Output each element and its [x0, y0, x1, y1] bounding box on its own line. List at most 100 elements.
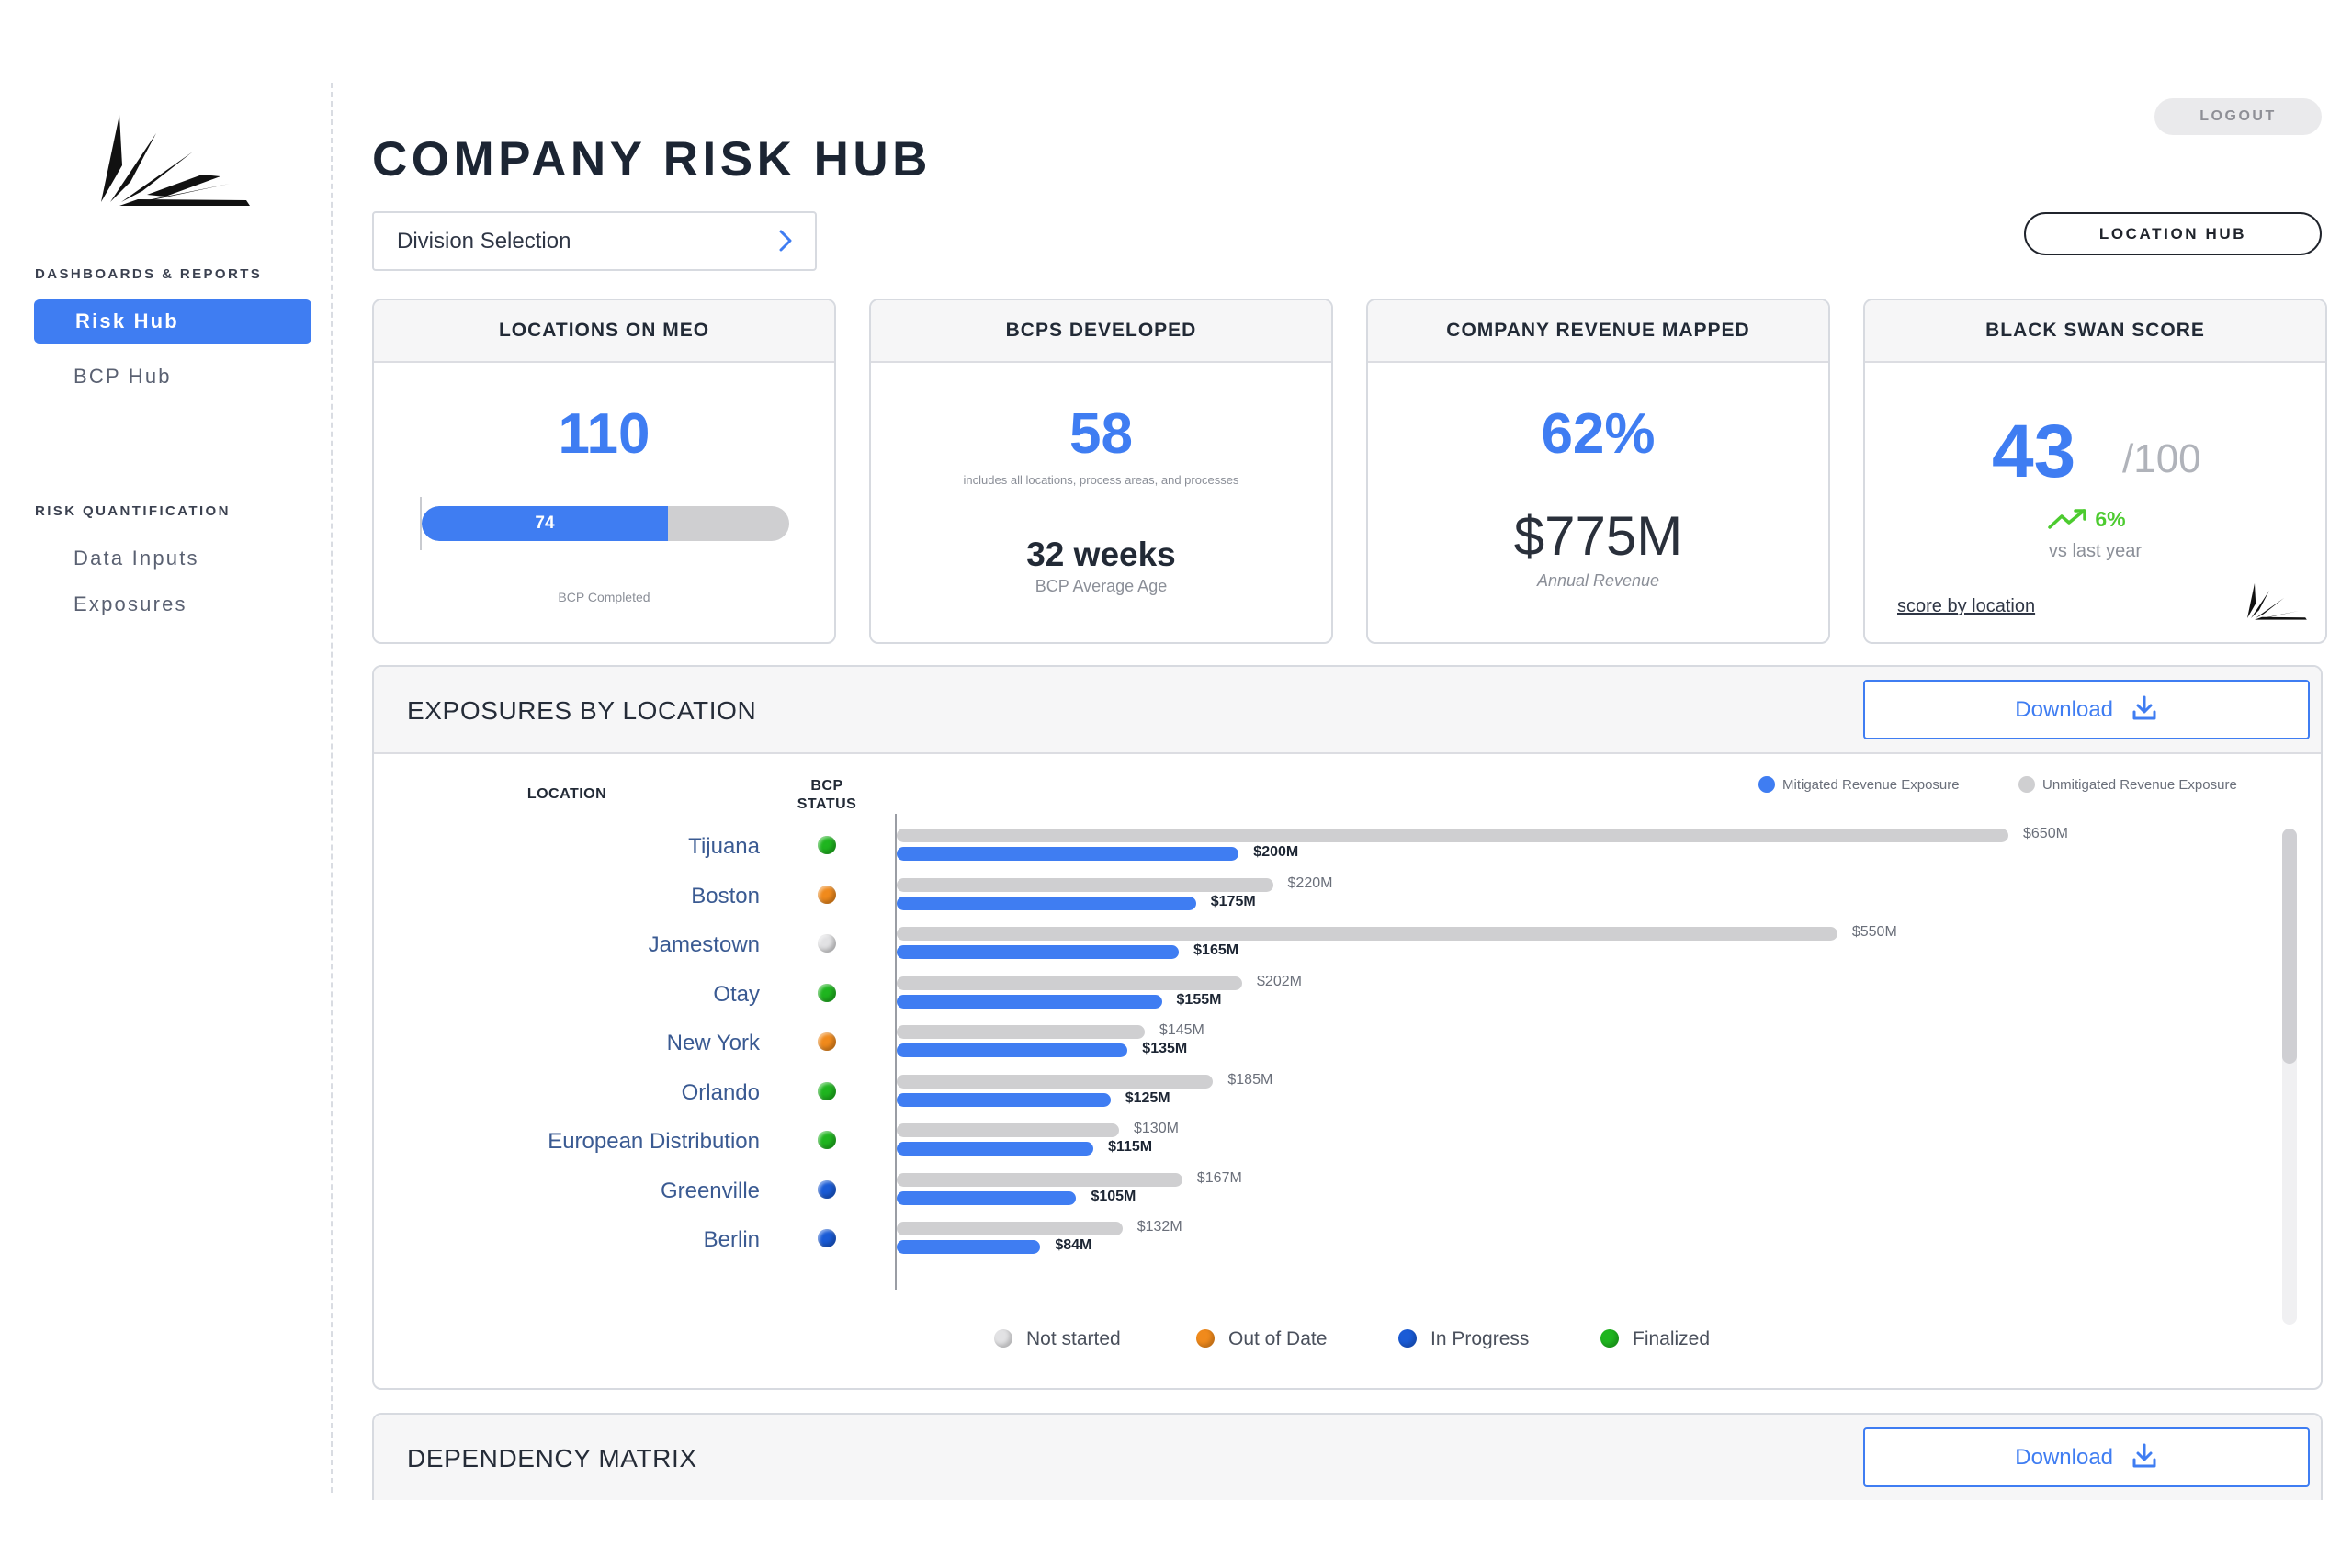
status-legend-dot [994, 1328, 1012, 1348]
revenue-amount: $775M [1513, 505, 1683, 567]
unmitigated-bar [897, 1222, 1123, 1235]
location-label: Boston [691, 883, 760, 908]
kpi-title: COMPANY REVENUE MAPPED [1368, 300, 1828, 363]
kpi-title: LOCATIONS ON MEO [374, 300, 834, 363]
download-label: Download [2015, 1445, 2114, 1470]
status-legend-label: In Progress [1430, 1328, 1530, 1349]
unmitigated-bar [897, 927, 1838, 941]
kpi-card-bcps: BCPS DEVELOPED 58 includes all locations… [869, 299, 1333, 644]
status-legend-dot [1600, 1328, 1619, 1348]
page-title: COMPANY RISK HUB [372, 132, 932, 186]
status-legend-item: Not started [994, 1328, 1121, 1350]
section-title-dashboards: DASHBOARDS & REPORTS [35, 266, 263, 282]
location-label: Berlin [703, 1227, 760, 1252]
bcp-status-dot [818, 1032, 836, 1051]
location-label: New York [666, 1031, 760, 1055]
mitigated-bar [897, 1043, 1128, 1057]
mitigated-bar [897, 896, 1196, 910]
exposures-panel: EXPOSURES BY LOCATION Download LOCATION … [372, 665, 2323, 1390]
panel-header: DEPENDENCY MATRIX Download [374, 1415, 2321, 1500]
kpi-value: 110 [558, 402, 650, 466]
bcp-status-dot [818, 1179, 836, 1199]
progress-bar: 74 [422, 506, 789, 541]
unmitigated-bar [897, 1074, 1214, 1089]
status-legend-dot [1196, 1328, 1215, 1348]
progress-fill: 74 [422, 506, 668, 541]
score-vs-caption: vs last year [2048, 541, 2143, 561]
bcp-status-dot [818, 1081, 836, 1100]
mitigated-bar [897, 945, 1180, 959]
unmitigated-bar-label: $130M [1134, 1121, 1179, 1136]
mitigated-bar-label: $155M [1176, 991, 1222, 1008]
section-title-risk-quantification: RISK QUANTIFICATION [35, 503, 231, 519]
status-legend-item: In Progress [1398, 1328, 1529, 1350]
location-label: Tijuana [688, 834, 760, 859]
scrollbar-thumb[interactable] [2282, 829, 2297, 1064]
bcp-status-dot [818, 836, 836, 854]
mitigated-bar [897, 1240, 1041, 1254]
status-legend-item: Finalized [1600, 1328, 1710, 1350]
division-selection-label: Division Selection [397, 229, 571, 254]
unmitigated-bar [897, 1025, 1145, 1039]
mitigated-bar-label: $200M [1253, 844, 1299, 860]
mitigated-bar-label: $105M [1091, 1188, 1136, 1204]
chart-scrollbar[interactable] [2282, 829, 2297, 1325]
unmitigated-bar [897, 1172, 1182, 1187]
kpi-card-locations: LOCATIONS ON MEO 110 74 BCP Completed [372, 299, 836, 644]
bcp-weeks-caption: BCP Average Age [1035, 577, 1168, 595]
kpi-note: includes all locations, process areas, a… [963, 473, 1239, 487]
kpi-percent: 62% [1541, 402, 1656, 466]
mitigated-bar-label: $125M [1125, 1089, 1170, 1106]
unmitigated-bar [897, 1123, 1119, 1137]
kpi-card-black-swan: BLACK SWAN SCORE 43 /100 6% vs last year… [1863, 299, 2327, 644]
mitigated-bar [897, 994, 1162, 1009]
mitigated-bar [897, 1190, 1077, 1205]
location-label: Jamestown [648, 932, 760, 957]
mitigated-bar-label: $175M [1210, 893, 1256, 909]
status-legend-label: Finalized [1633, 1328, 1711, 1349]
unmitigated-bar-label: $220M [1287, 874, 1333, 891]
trend-up-icon [2048, 509, 2086, 529]
location-label: Orlando [681, 1079, 760, 1105]
download-button[interactable]: Download [1863, 1427, 2310, 1487]
sidebar-item-bcp-hub[interactable]: BCP Hub [34, 355, 311, 399]
status-legend-label: Not started [1026, 1328, 1121, 1349]
division-selection-dropdown[interactable]: Division Selection [372, 211, 817, 271]
bcp-weeks: 32 weeks [1026, 536, 1176, 573]
unmitigated-bar-label: $185M [1227, 1071, 1273, 1088]
bcp-status-dot [818, 983, 836, 1002]
unmitigated-bar-label: $132M [1136, 1219, 1182, 1235]
exposure-chart: Tijuana $650M $200M Boston $220M $175M Jamesto… [374, 667, 2267, 1310]
chevron-right-icon [779, 230, 792, 252]
black-swan-score: 43 [1992, 410, 2076, 493]
location-label: European Distribution [548, 1129, 760, 1154]
progress-caption: BCP Completed [558, 590, 650, 604]
sidebar-item-exposures[interactable]: Exposures [34, 582, 311, 626]
revenue-caption: Annual Revenue [1536, 571, 1660, 590]
logout-button[interactable]: LOGOUT [2154, 98, 2322, 135]
status-legend-dot [1398, 1328, 1417, 1348]
black-swan-max: /100 [2122, 436, 2201, 481]
unmitigated-bar-label: $550M [1851, 924, 1897, 940]
kpi-card-revenue: COMPANY REVENUE MAPPED 62% $775M Annual … [1366, 299, 1830, 644]
status-legend-item: Out of Date [1196, 1328, 1327, 1350]
bcp-status-dot [818, 1229, 836, 1247]
score-delta-value: 6% [2095, 507, 2126, 531]
kpi-title: BCPS DEVELOPED [871, 300, 1331, 363]
status-legend-label: Out of Date [1228, 1328, 1328, 1349]
score-by-location-link[interactable]: score by location [1897, 596, 2035, 617]
mitigated-bar-label: $84M [1055, 1237, 1092, 1253]
unmitigated-bar-label: $650M [2023, 826, 2068, 841]
score-delta: 6% [2047, 507, 2126, 532]
unmitigated-bar-label: $145M [1159, 1022, 1204, 1038]
bcp-status-dot [818, 934, 836, 953]
unmitigated-bar [897, 829, 2008, 842]
sidebar-item-risk-hub[interactable]: Risk Hub [34, 299, 311, 344]
mitigated-bar-label: $165M [1193, 942, 1239, 958]
brand-logo [101, 115, 250, 206]
sidebar-item-data-inputs[interactable]: Data Inputs [34, 536, 311, 581]
unmitigated-bar [897, 976, 1243, 990]
brand-logo-small [2247, 583, 2307, 620]
mitigated-bar-label: $115M [1108, 1139, 1153, 1155]
location-hub-button[interactable]: LOCATION HUB [2024, 212, 2322, 255]
